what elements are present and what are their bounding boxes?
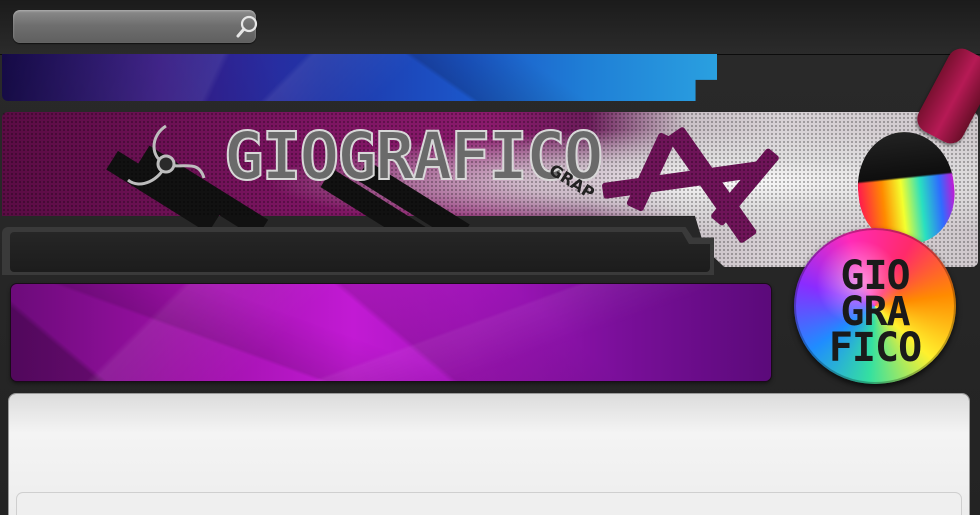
logo-badge-text: GIO GRA FICO: [828, 253, 922, 371]
search-input[interactable]: [21, 15, 220, 39]
site-logo-text: GIOGRAFICO: [223, 118, 604, 195]
blue-header-strip: [2, 54, 717, 101]
search-icon: [236, 15, 258, 38]
swirl-logo-icon: [127, 124, 206, 186]
nav-bar-inner: [10, 232, 710, 272]
search-box: [13, 10, 258, 43]
page: GIOGRAFICO GRAP GIO GRA FICO: [0, 0, 980, 515]
content-inner-box: [17, 493, 961, 515]
purple-banner: [11, 284, 771, 381]
logo-badge[interactable]: GIO GRA FICO: [794, 228, 956, 384]
search-button[interactable]: [234, 14, 260, 40]
top-bar: [0, 0, 980, 55]
